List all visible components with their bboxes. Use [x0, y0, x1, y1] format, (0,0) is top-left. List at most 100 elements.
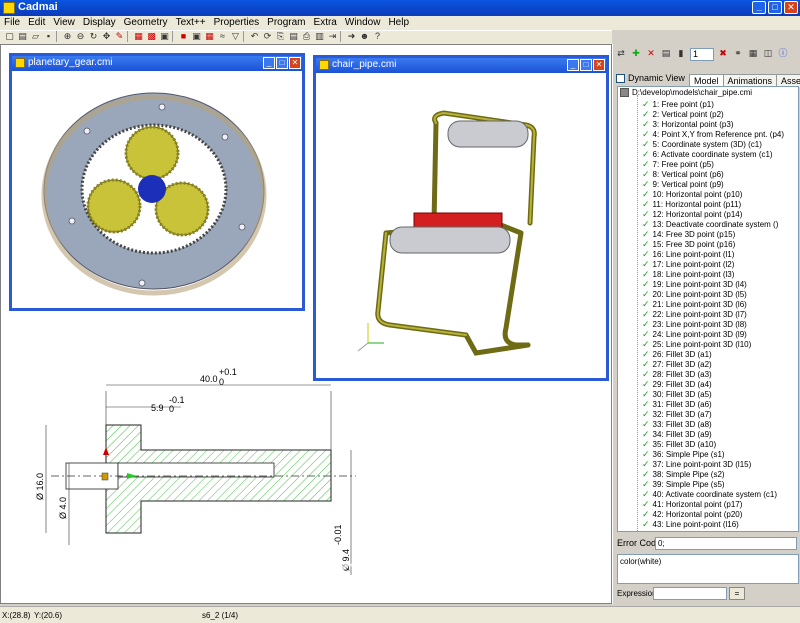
tree-item[interactable]: ✓ 43: Line point-point (l16): [642, 519, 739, 529]
tree-item[interactable]: ✓ 33: Fillet 3D (a8): [642, 419, 712, 429]
tree-item[interactable]: ✓ 29: Fillet 3D (a4): [642, 379, 712, 389]
step-select[interactable]: 1: [690, 48, 714, 61]
tree-item[interactable]: ✓ 36: Simple Pipe (s1): [642, 449, 725, 459]
tree-item[interactable]: ✓ 9: Vertical point (p9): [642, 179, 724, 189]
tree-item[interactable]: ✓ 28: Fillet 3D (a3): [642, 369, 712, 379]
tree-item[interactable]: ✓ 41: Horizontal point (p17): [642, 499, 742, 509]
maximize-button[interactable]: □: [580, 59, 592, 71]
planetary-gear-viewport[interactable]: [12, 71, 302, 308]
chair-pipe-window[interactable]: chair_pipe.cmi _ □ ✕: [313, 55, 609, 381]
tree-item[interactable]: ✓ 4: Point X,Y from Reference pnt. (p4): [642, 129, 784, 139]
menu-program[interactable]: Program: [263, 16, 309, 30]
tree-item[interactable]: ✓ 30: Fillet 3D (a5): [642, 389, 712, 399]
tree-item[interactable]: ✓ 7: Free point (p5): [642, 159, 714, 169]
pan-icon[interactable]: ✥: [101, 31, 112, 42]
tree-item[interactable]: ✓ 32: Fillet 3D (a7): [642, 409, 712, 419]
close-button[interactable]: ✕: [784, 1, 798, 14]
filter-icon[interactable]: ▽: [230, 31, 241, 42]
property-textbox[interactable]: color(white): [617, 554, 799, 584]
tree-item[interactable]: ✓ 21: Line point-point 3D (l6): [642, 299, 747, 309]
chair-pipe-title-bar[interactable]: chair_pipe.cmi _ □ ✕: [316, 58, 606, 73]
zoom-out-icon[interactable]: ⊖: [75, 31, 86, 42]
expression-input[interactable]: [653, 587, 727, 600]
tree-item[interactable]: ✓ 5: Coordinate system (3D) (c1): [642, 139, 762, 149]
maximize-button[interactable]: □: [768, 1, 782, 14]
help-icon[interactable]: ?: [372, 31, 383, 42]
tree-item[interactable]: ✓ 24: Line point-point 3D (l9): [642, 329, 747, 339]
tree-item[interactable]: ✓ 38: Simple Pipe (s2): [642, 469, 725, 479]
tree-item[interactable]: ✓ 12: Horizontal point (p14): [642, 209, 742, 219]
info-icon[interactable]: ⓘ: [777, 48, 789, 60]
arrow-exit-icon[interactable]: ➜: [346, 31, 357, 42]
evaluate-button[interactable]: =: [729, 587, 745, 600]
menu-view[interactable]: View: [49, 16, 79, 30]
layout-icon[interactable]: ▣: [159, 31, 170, 42]
rotate-icon[interactable]: ↻: [88, 31, 99, 42]
pencil-icon[interactable]: ✎: [114, 31, 125, 42]
step-icon[interactable]: ▮: [675, 48, 687, 60]
planetary-gear-window[interactable]: planetary_gear.cmi _ □ ✕: [9, 53, 305, 311]
copy-icon[interactable]: ⎘: [275, 31, 286, 42]
tree-item[interactable]: ✓ 37: Line point-point 3D (l15): [642, 459, 751, 469]
menu-edit[interactable]: Edit: [24, 16, 49, 30]
planetary-gear-title-bar[interactable]: planetary_gear.cmi _ □ ✕: [12, 56, 302, 71]
tree-item[interactable]: ✓ 39: Simple Pipe (s5): [642, 479, 725, 489]
frame-icon[interactable]: ▣: [191, 31, 202, 42]
link-icon[interactable]: ⚭: [732, 48, 744, 60]
grid-view-icon[interactable]: ▦: [747, 48, 759, 60]
refresh-icon[interactable]: ⟳: [262, 31, 273, 42]
tree-item[interactable]: ✓ 23: Line point-point 3D (l8): [642, 319, 747, 329]
remove-icon[interactable]: ✖: [717, 48, 729, 60]
tree-item[interactable]: ✓ 34: Fillet 3D (a9): [642, 429, 712, 439]
wave-icon[interactable]: ≈: [217, 31, 228, 42]
tree-item[interactable]: ✓ 27: Fillet 3D (a2): [642, 359, 712, 369]
tree-item[interactable]: ✓ 20: Line point-point 3D (l5): [642, 289, 747, 299]
menu-geometry[interactable]: Geometry: [120, 16, 172, 30]
menu-extra[interactable]: Extra: [310, 16, 341, 30]
print-icon[interactable]: ⎙: [301, 31, 312, 42]
menu-properties[interactable]: Properties: [210, 16, 264, 30]
tree-item[interactable]: ✓ 19: Line point-point 3D (l4): [642, 279, 747, 289]
delete-icon[interactable]: ✕: [645, 48, 657, 60]
tree-item[interactable]: ✓ 10: Horizontal point (p10): [642, 189, 742, 199]
tree-item[interactable]: ✓ 8: Vertical point (p6): [642, 169, 724, 179]
save-icon[interactable]: ▪: [43, 31, 54, 42]
tree-item[interactable]: ✓ 16: Line point-point (l1): [642, 249, 734, 259]
zoom-in-icon[interactable]: ⊕: [62, 31, 73, 42]
tree-item[interactable]: ✓ 31: Fillet 3D (a6): [642, 399, 712, 409]
tree-item[interactable]: ✓ 17: Line point-point (l2): [642, 259, 734, 269]
undo-icon[interactable]: ↶: [249, 31, 260, 42]
menu-display[interactable]: Display: [79, 16, 120, 30]
tree-item[interactable]: ✓ 15: Free 3D point (p16): [642, 239, 735, 249]
menu-text[interactable]: Text++: [172, 16, 210, 30]
tree-item[interactable]: ✓ 26: Fillet 3D (a1): [642, 349, 712, 359]
clipboard-icon[interactable]: ▤: [288, 31, 299, 42]
tree-item[interactable]: ✓44: Simple Pipe (s6): [642, 529, 725, 531]
tree-item[interactable]: ✓ 3: Horizontal point (p3): [642, 119, 733, 129]
minimize-button[interactable]: _: [263, 57, 275, 69]
dynamic-view-option[interactable]: Dynamic View: [616, 73, 685, 83]
export-icon[interactable]: ⇥: [327, 31, 338, 42]
tree-item[interactable]: ✓ 35: Fillet 3D (a10): [642, 439, 716, 449]
preview-icon[interactable]: ▥: [314, 31, 325, 42]
user-icon[interactable]: ☻: [359, 31, 370, 42]
minimize-button[interactable]: _: [752, 1, 766, 14]
list-icon[interactable]: ▤: [660, 48, 672, 60]
tree-item[interactable]: ✓ 6: Activate coordinate system (c1): [642, 149, 773, 159]
chair-pipe-viewport[interactable]: [316, 73, 606, 378]
new-doc-icon[interactable]: ▤: [17, 31, 28, 42]
split-view-icon[interactable]: ◫: [762, 48, 774, 60]
tree-item[interactable]: ✓ 2: Vertical point (p2): [642, 109, 724, 119]
menu-file[interactable]: File: [0, 16, 24, 30]
tree-item[interactable]: ✓ 18: Line point-point (l3): [642, 269, 734, 279]
error-code-field[interactable]: 0;: [655, 537, 797, 550]
close-button[interactable]: ✕: [593, 59, 605, 71]
tree-item[interactable]: ✓ 40: Activate coordinate system (c1): [642, 489, 777, 499]
grid-cross-icon[interactable]: ▩: [146, 31, 157, 42]
menu-window[interactable]: Window: [341, 16, 385, 30]
tree-item[interactable]: ✓ 25: Line point-point 3D (l10): [642, 339, 751, 349]
tree-root[interactable]: D:\develop\models\chair_pipe.cmi: [620, 88, 752, 98]
close-button[interactable]: ✕: [289, 57, 301, 69]
dynamic-view-checkbox[interactable]: [616, 73, 625, 83]
tree-item[interactable]: ✓ 42: Horizontal point (p20): [642, 509, 742, 519]
